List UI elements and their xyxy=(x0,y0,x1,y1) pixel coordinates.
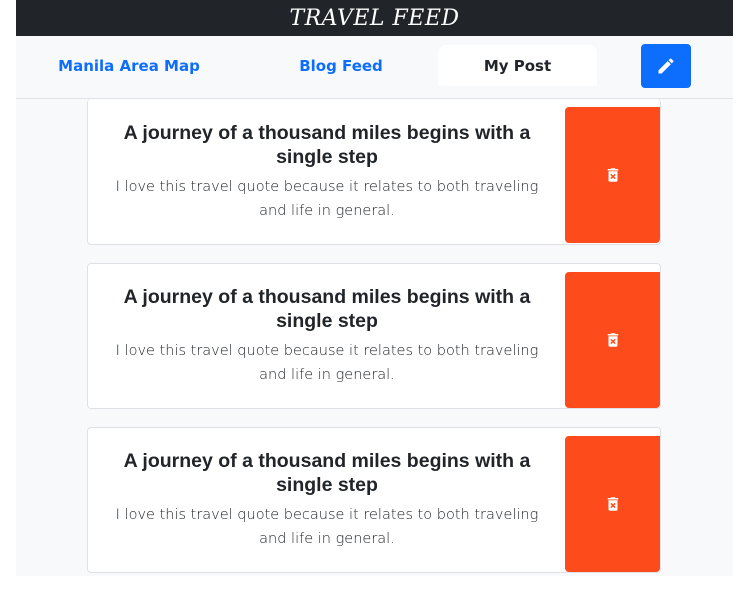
post-card: A journey of a thousand miles begins wit… xyxy=(87,427,661,573)
nav-bar: Manila Area Map Blog Feed My Post xyxy=(16,36,733,99)
post-content: A journey of a thousand miles begins wit… xyxy=(102,264,552,408)
trash-icon xyxy=(607,333,618,347)
pencil-icon xyxy=(658,58,674,74)
page: TRAVEL FEED Manila Area Map Blog Feed My… xyxy=(16,0,733,576)
post-text: I love this travel quote because it rela… xyxy=(115,343,539,383)
nav-link-my-post[interactable]: My Post xyxy=(438,45,597,86)
app-title: TRAVEL FEED xyxy=(289,5,460,31)
post-text: I love this travel quote because it rela… xyxy=(115,507,539,547)
post-card: A journey of a thousand miles begins wit… xyxy=(87,99,661,245)
delete-post-button[interactable] xyxy=(565,272,660,408)
post-title: A journey of a thousand miles begins wit… xyxy=(123,121,531,168)
post-card: A journey of a thousand miles begins wit… xyxy=(87,263,661,409)
app-header: TRAVEL FEED xyxy=(16,0,733,36)
trash-icon xyxy=(607,168,618,182)
delete-post-button[interactable] xyxy=(565,107,660,243)
post-content: A journey of a thousand miles begins wit… xyxy=(102,99,552,244)
nav-link-manila-area-map[interactable]: Manila Area Map xyxy=(54,45,204,86)
trash-icon xyxy=(607,497,618,511)
post-title: A journey of a thousand miles begins wit… xyxy=(123,286,531,332)
edit-post-button[interactable] xyxy=(641,44,691,88)
post-content: A journey of a thousand miles begins wit… xyxy=(102,428,552,572)
post-list: A journey of a thousand miles begins wit… xyxy=(87,99,661,591)
delete-post-button[interactable] xyxy=(565,436,660,572)
nav-link-blog-feed[interactable]: Blog Feed xyxy=(286,45,396,86)
post-title: A journey of a thousand miles begins wit… xyxy=(123,450,531,496)
post-text: I love this travel quote because it rela… xyxy=(115,178,539,219)
